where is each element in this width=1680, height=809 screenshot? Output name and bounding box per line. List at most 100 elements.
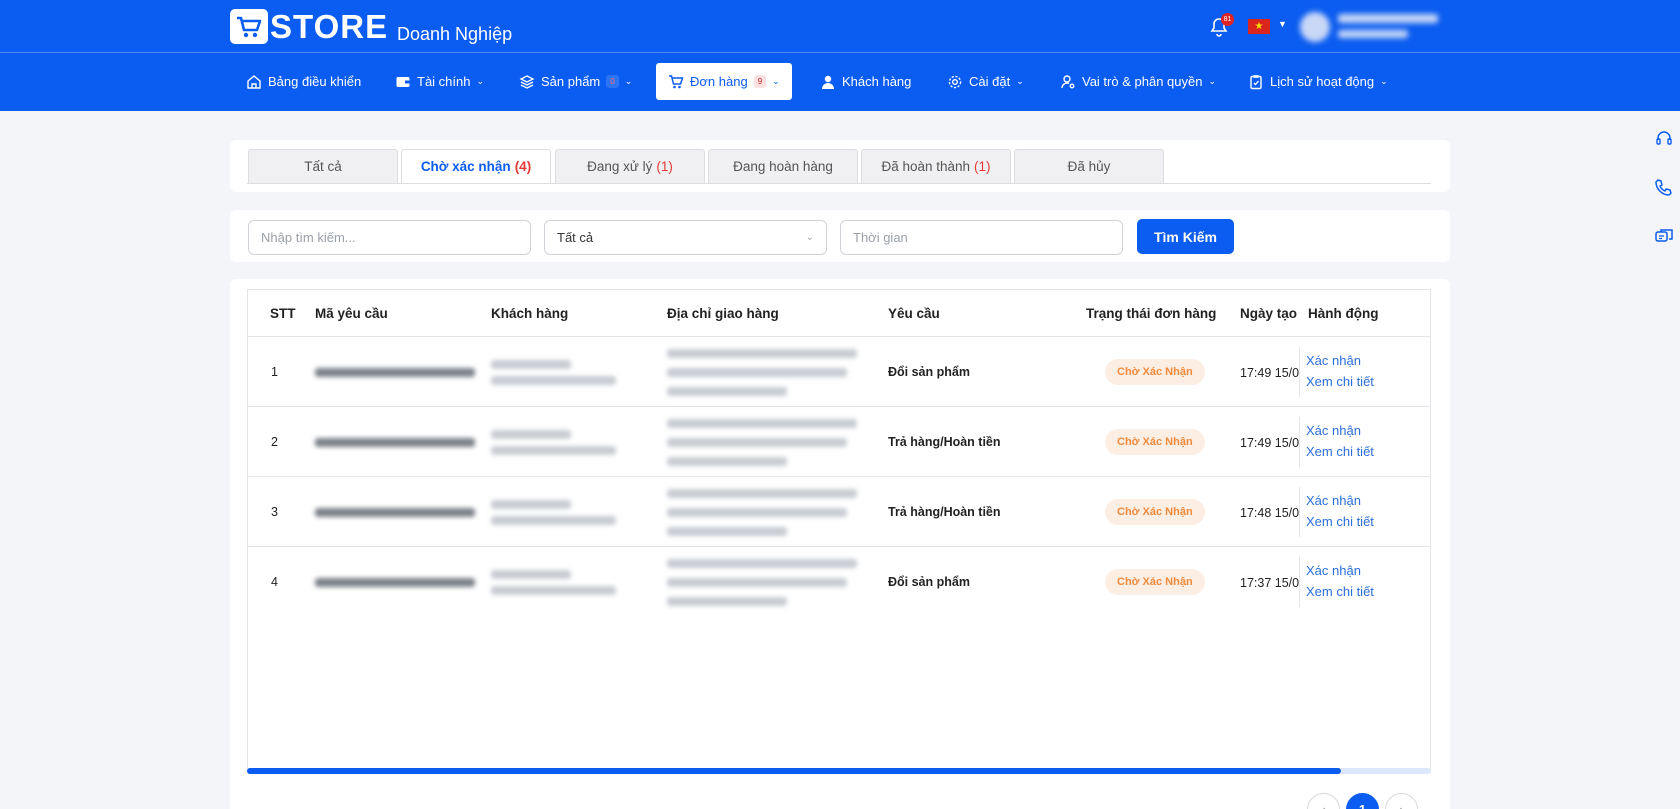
view-detail-link[interactable]: Xem chi tiết [1306,374,1374,389]
customer-name-redacted [491,570,571,579]
row-stt: 2 [271,435,278,449]
chevron-down-icon: ⌄ [1016,76,1024,86]
layers-icon [519,74,535,89]
table-row: 1 Đổi sản phẩm Chờ Xác Nhận 17:49 15/0 X… [248,337,1430,407]
nav-dashboard[interactable]: Bảng điều khiển [246,63,361,100]
flag-star-icon: ★ [1254,21,1264,32]
store-logo[interactable]: STORE [230,9,388,44]
nav-activity-history[interactable]: Lịch sử hoạt động ⌄ [1248,63,1388,100]
confirm-link[interactable]: Xác nhận [1306,353,1361,368]
request-code-redacted [315,368,475,377]
chevron-down-icon: ⌄ [772,76,780,86]
chevron-down-icon: ⌄ [1380,76,1388,86]
customer-email-redacted [491,446,616,455]
nav-products[interactable]: Sản phẩm 0 ⌄ [519,63,632,100]
nav-finance[interactable]: Tài chính ⌄ [395,63,484,100]
status-select[interactable]: Tất cả ⌄ [544,220,827,255]
customer-email-redacted [491,516,616,525]
order-status-tabs: Tất cả Chờ xác nhận (4) Đang xử lý (1) Đan… [230,140,1450,192]
nav-products-label: Sản phẩm [541,74,601,89]
row-request-type: Trả hàng/Hoàn tiền [888,435,1001,449]
address-redacted [667,368,847,377]
next-page-button[interactable]: › [1385,793,1418,809]
logo-text: STORE [270,8,389,45]
view-detail-link[interactable]: Xem chi tiết [1306,444,1374,459]
confirm-link[interactable]: Xác nhận [1306,563,1361,578]
tab-completed-count: (1) [974,159,991,174]
tab-processing[interactable]: Đang xử lý (1) [555,149,705,184]
row-request-type: Đổi sản phẩm [888,575,970,589]
address-redacted [667,419,857,428]
user-key-icon [1061,74,1075,88]
customer-name-redacted [491,360,571,369]
action-divider [1299,417,1300,467]
nav-settings-label: Cài đặt [969,74,1011,89]
row-stt: 4 [271,575,278,589]
tab-returning[interactable]: Đang hoàn hàng [708,149,858,184]
chevron-down-icon: ⌄ [624,76,633,86]
request-code-redacted [315,578,475,587]
vietnam-flag-icon[interactable]: ★ [1248,19,1270,34]
nav-orders-badge: 9 [753,75,767,88]
nav-customers[interactable]: Khách hàng [820,63,911,100]
row-created-date: 17:37 15/0 [1240,576,1300,590]
address-redacted [667,508,847,517]
request-code-redacted [315,438,475,447]
time-placeholder: Thời gian [853,230,908,245]
tab-processing-label: Đang xử lý [587,159,653,174]
chat-icon[interactable] [1654,227,1674,247]
col-actions: Hành động [1308,306,1379,321]
search-button[interactable]: Tìm Kiếm [1137,219,1234,254]
status-select-value: Tất cả [557,230,594,245]
status-badge: Chờ Xác Nhận [1105,429,1205,455]
col-request: Yêu cầu [888,306,940,321]
row-stt: 1 [271,365,278,379]
confirm-link[interactable]: Xác nhận [1306,423,1361,438]
address-redacted [667,578,847,587]
nav-roles[interactable]: Vai trò & phân quyền ⌄ [1060,63,1216,100]
row-created-date-cell: 17:49 15/0 [1240,365,1300,380]
tab-cancelled[interactable]: Đã hủy [1014,149,1164,184]
customer-email-redacted [491,376,616,385]
status-badge: Chờ Xác Nhận [1105,499,1205,525]
filter-bar: Nhập tìm kiếm... Tất cả ⌄ Thời gian Tìm K… [230,210,1450,262]
nav-activity-label: Lịch sử hoạt động [1270,74,1375,89]
language-caret-icon[interactable]: ▼ [1278,19,1287,29]
view-detail-link[interactable]: Xem chi tiết [1306,584,1374,599]
search-placeholder: Nhập tìm kiếm... [261,230,356,245]
horizontal-scrollbar[interactable] [247,768,1431,774]
col-shipping-address: Địa chỉ giao hàng [667,306,779,321]
tab-all[interactable]: Tất cả [248,149,398,184]
scrollbar-thumb[interactable] [247,768,1341,774]
cart-logo-icon [230,9,268,44]
row-created-date-cell: 17:49 15/0 [1240,435,1300,450]
main-nav: Bảng điều khiển Tài chính ⌄ Sản phẩm 0 ⌄… [0,53,1680,111]
nav-settings[interactable]: Cài đặt ⌄ [947,63,1024,100]
address-redacted [667,387,787,396]
customer-name-redacted [491,500,571,509]
col-stt: STT [270,306,296,321]
phone-call-icon[interactable] [1654,177,1674,197]
user-menu[interactable] [1296,8,1506,56]
confirm-link[interactable]: Xác nhận [1306,493,1361,508]
tab-pending-confirmation[interactable]: Chờ xác nhận (4) [401,149,551,184]
table-header: STT Mã yêu cầu Khách hàng Địa chỉ giao h… [248,290,1430,337]
tab-completed[interactable]: Đã hoàn thành (1) [861,149,1011,184]
row-created-date-cell: 17:48 15/0 [1240,505,1300,520]
view-detail-link[interactable]: Xem chi tiết [1306,514,1374,529]
tab-all-label: Tất cả [304,159,342,174]
row-created-date-cell: 17:37 15/0 [1240,575,1300,590]
col-order-status: Trạng thái đơn hàng [1086,306,1217,321]
headset-support-icon[interactable] [1654,129,1674,149]
user-name-redacted [1338,14,1438,23]
action-divider [1299,347,1300,397]
row-request-type: Trả hàng/Hoàn tiền [888,505,1001,519]
prev-page-button[interactable]: ‹ [1307,793,1340,809]
nav-orders[interactable]: Đơn hàng 9 ⌄ [656,63,792,100]
nav-products-badge: 0 [606,75,619,88]
cart-icon [669,74,684,88]
time-input[interactable]: Thời gian [840,220,1123,255]
page-button-current[interactable]: 1 [1346,793,1379,809]
notification-count-badge: 81 [1221,13,1234,26]
search-input[interactable]: Nhập tìm kiếm... [248,220,531,255]
